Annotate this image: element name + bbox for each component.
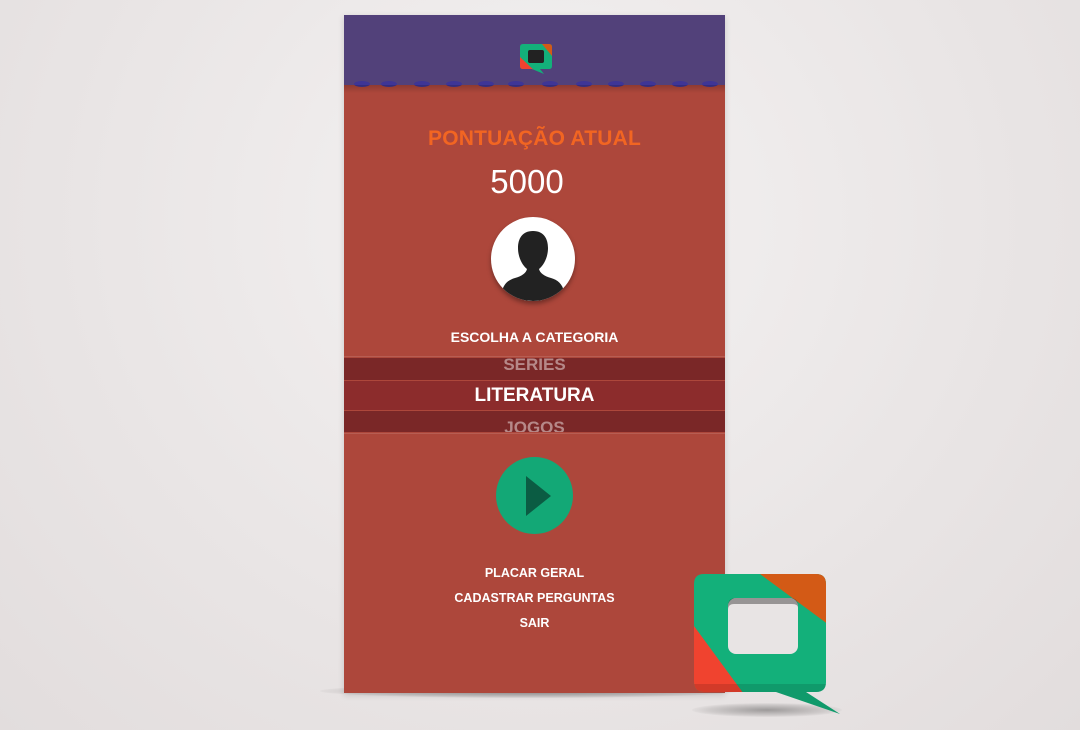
score-label: PONTUAÇÃO ATUAL: [428, 127, 641, 150]
score-value: 5000: [490, 163, 564, 200]
picker-option-prev[interactable]: SERIES: [344, 358, 725, 380]
picker-divider: [344, 356, 725, 357]
main-menu: PLACAR GERAL CADASTRAR PERGUNTAS SAIR: [344, 561, 725, 636]
menu-item-sair[interactable]: SAIR: [344, 611, 725, 636]
header-shadow: [344, 85, 725, 93]
avatar[interactable]: [491, 217, 575, 301]
user-silhouette-icon: [497, 223, 569, 301]
picker-divider: [344, 433, 725, 434]
picker-option-selected[interactable]: LITERATURA: [344, 381, 725, 410]
chat-bubble-logo-icon: [694, 574, 840, 714]
play-button[interactable]: [496, 457, 573, 534]
category-title: ESCOLHA A CATEGORIA: [450, 329, 619, 345]
menu-item-cadastrar-perguntas[interactable]: CADASTRAR PERGUNTAS: [344, 586, 725, 611]
picker-option-next[interactable]: JOGOS: [344, 411, 725, 432]
category-picker[interactable]: SERIES LITERATURA JOGOS: [344, 358, 725, 432]
menu-item-placar-geral[interactable]: PLACAR GERAL: [344, 561, 725, 586]
play-icon: [526, 476, 551, 516]
phone-screen: PONTUAÇÃO ATUAL 5000 ESCOLHA A CATEGORIA…: [344, 15, 725, 693]
app-logo-icon: [520, 44, 552, 74]
